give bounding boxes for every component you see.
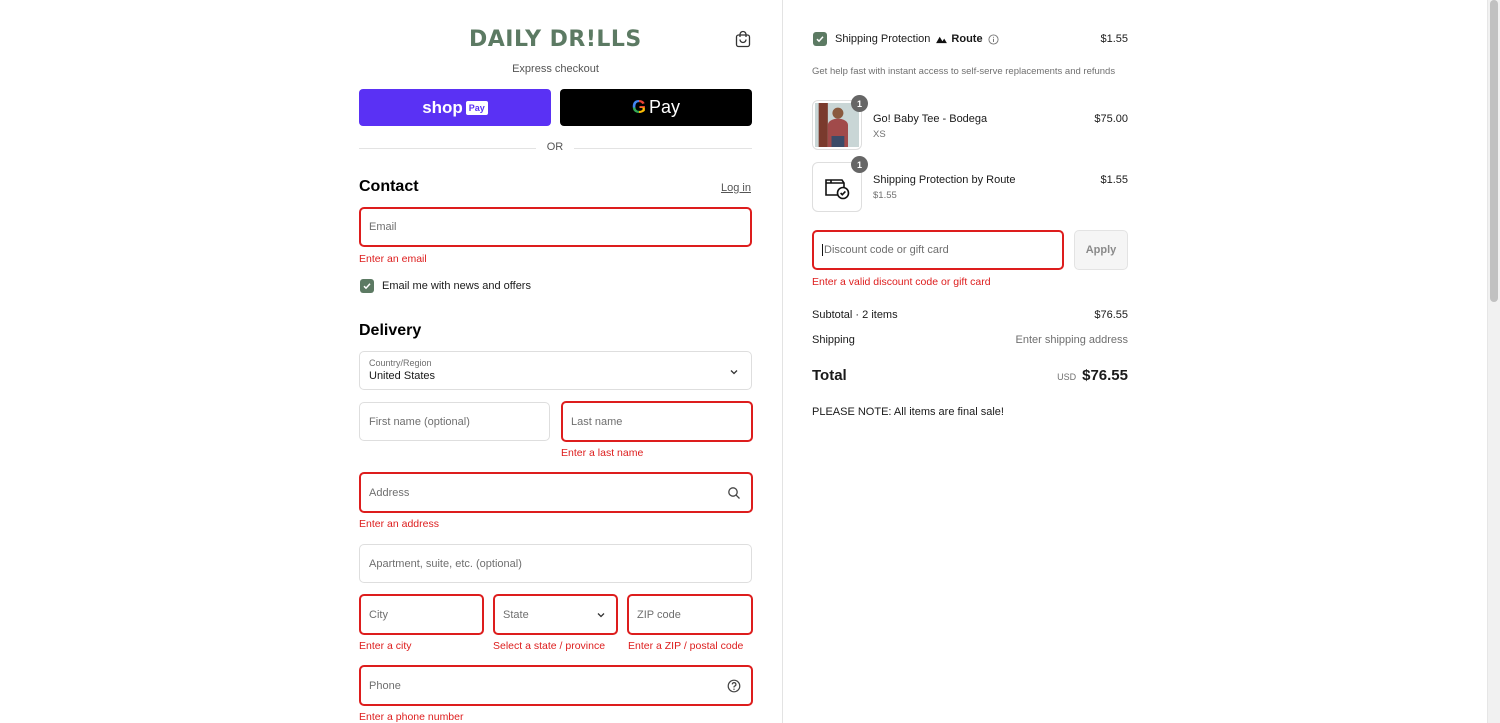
quantity-badge: 1 — [851, 156, 868, 173]
shipping-protection-label: Shipping Protection — [835, 33, 931, 45]
discount-placeholder: Discount code or gift card — [822, 244, 949, 256]
email-placeholder: Email — [369, 221, 397, 233]
state-placeholder: State — [503, 608, 529, 621]
discount-error: Enter a valid discount code or gift card — [812, 276, 991, 288]
city-field[interactable]: City — [359, 594, 484, 635]
last-name-placeholder: Last name — [571, 415, 623, 428]
address-field[interactable]: Address — [359, 472, 753, 513]
checkout-form-panel: DAILY DR!LLS Express checkout shop Pay G… — [0, 0, 783, 723]
page-scrollbar[interactable] — [1487, 0, 1500, 723]
zip-placeholder: ZIP code — [637, 608, 681, 621]
shop-pay-badge: Pay — [465, 100, 488, 115]
total-row: USD $76.55 — [1057, 367, 1128, 384]
newsletter-label: Email me with news and offers — [382, 280, 531, 292]
search-icon[interactable] — [727, 486, 741, 500]
city-placeholder: City — [369, 608, 388, 621]
shipping-protection-description: Get help fast with instant access to sel… — [812, 66, 1116, 77]
subtotal-value: $76.55 — [1094, 309, 1128, 321]
item-name: Go! Baby Tee - Bodega — [873, 113, 988, 125]
order-summary-panel: Shipping Protection Route $1.55 Get help… — [784, 0, 1487, 723]
contact-heading: Contact — [359, 178, 419, 195]
scrollbar-thumb[interactable] — [1490, 0, 1498, 302]
shipping-protection-row: Shipping Protection Route — [835, 33, 999, 45]
total-value: $76.55 — [1082, 367, 1128, 384]
shipping-protection-price: $1.55 — [1100, 33, 1128, 45]
subtotal-label: Subtotal · 2 items — [812, 309, 898, 321]
google-pay-button[interactable]: G Pay — [560, 89, 752, 126]
delivery-heading: Delivery — [359, 322, 422, 339]
shipping-protection-checkbox[interactable] — [813, 32, 827, 46]
phone-placeholder: Phone — [369, 679, 401, 692]
shipping-label: Shipping — [812, 334, 855, 346]
item-variant: XS — [873, 129, 886, 140]
address-placeholder: Address — [369, 486, 410, 499]
package-check-icon — [825, 179, 850, 200]
info-icon[interactable] — [988, 33, 999, 45]
last-name-field[interactable]: Last name — [561, 401, 753, 442]
express-checkout-title: Express checkout — [512, 63, 599, 75]
last-name-error: Enter a last name — [561, 447, 644, 459]
route-brand: Route — [951, 33, 983, 45]
quantity-badge: 1 — [851, 95, 868, 112]
city-error: Enter a city — [359, 640, 412, 652]
google-pay-label: Pay — [648, 97, 681, 117]
shop-pay-wordmark: shop — [422, 97, 463, 117]
apartment-placeholder: Apartment, suite, etc. (optional) — [369, 557, 522, 570]
chevron-down-icon — [730, 370, 738, 375]
country-label: Country/Region — [369, 358, 432, 368]
item-name: Shipping Protection by Route — [873, 174, 1016, 186]
chevron-down-icon — [597, 613, 605, 618]
or-label: OR — [536, 141, 574, 153]
final-sale-note: PLEASE NOTE: All items are final sale! — [812, 406, 1004, 418]
zip-error: Enter a ZIP / postal code — [628, 640, 744, 652]
state-select[interactable]: State — [493, 594, 618, 635]
check-icon — [363, 283, 371, 290]
phone-error: Enter a phone number — [359, 711, 464, 723]
check-icon — [816, 36, 824, 43]
email-error: Enter an email — [359, 253, 427, 265]
item-variant: $1.55 — [873, 190, 897, 201]
total-label: Total — [812, 367, 847, 384]
shop-pay-button[interactable]: shop Pay — [359, 89, 551, 126]
store-logo[interactable]: DAILY DR!LLS — [469, 27, 642, 52]
total-currency: USD — [1057, 372, 1077, 382]
country-select[interactable]: Country/Region United States — [359, 351, 752, 390]
item-price: $75.00 — [1094, 113, 1128, 125]
help-circle-icon[interactable] — [727, 679, 741, 693]
discount-code-field[interactable]: Discount code or gift card — [812, 230, 1064, 270]
first-name-field[interactable]: First name (optional) — [359, 402, 550, 441]
google-g-icon: G — [631, 97, 646, 117]
phone-field[interactable]: Phone — [359, 665, 753, 706]
apartment-field[interactable]: Apartment, suite, etc. (optional) — [359, 544, 752, 583]
first-name-placeholder: First name (optional) — [369, 415, 470, 428]
address-error: Enter an address — [359, 518, 439, 530]
zip-field[interactable]: ZIP code — [627, 594, 753, 635]
state-error: Select a state / province — [493, 640, 606, 652]
shopping-bag-icon[interactable] — [734, 30, 752, 48]
newsletter-checkbox[interactable] — [360, 279, 374, 293]
login-link[interactable]: Log in — [721, 182, 751, 194]
email-field[interactable]: Email — [359, 207, 752, 247]
country-value: United States — [369, 370, 436, 382]
route-logo-icon — [936, 36, 948, 43]
apply-discount-button[interactable]: Apply — [1074, 230, 1128, 270]
shipping-value: Enter shipping address — [1015, 334, 1128, 346]
item-price: $1.55 — [1100, 174, 1128, 186]
